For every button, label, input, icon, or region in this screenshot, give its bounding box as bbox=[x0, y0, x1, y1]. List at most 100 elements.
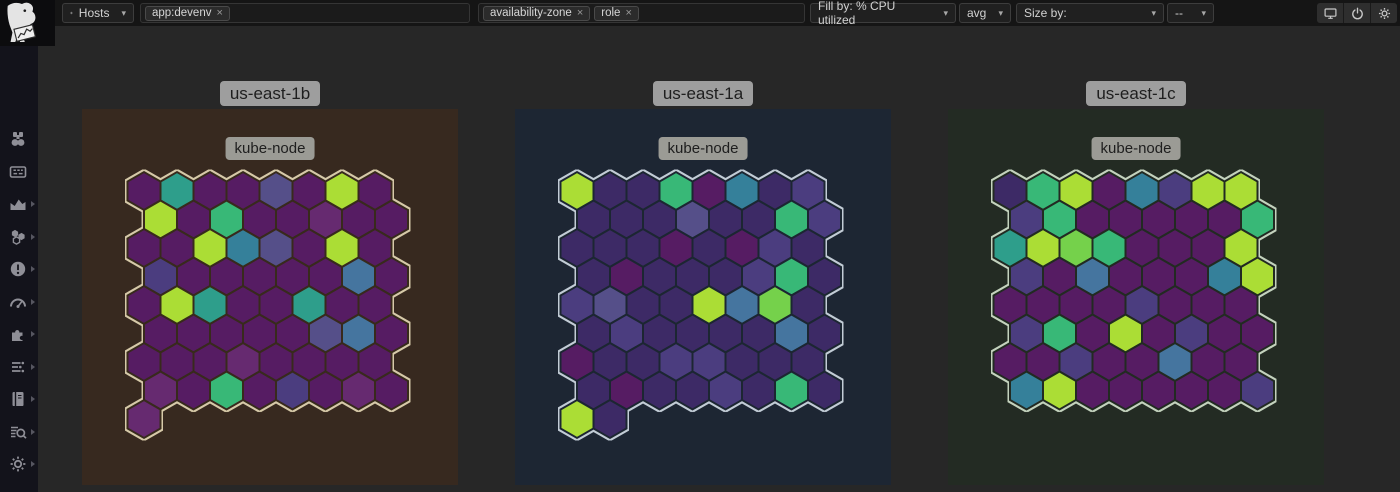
groupby-tag-label: availability-zone bbox=[490, 6, 572, 20]
host-hex[interactable] bbox=[709, 372, 742, 410]
sidebar-item-settings[interactable] bbox=[0, 454, 38, 474]
zone-group-us-east-1c: us-east-1c kube-node bbox=[948, 81, 1324, 485]
host-hex[interactable] bbox=[210, 372, 243, 410]
hosts-dropdown-label: Hosts bbox=[79, 6, 110, 20]
refresh-power-button[interactable] bbox=[1344, 3, 1370, 23]
chevron-down-icon: ▾ bbox=[992, 8, 1003, 19]
aggregation-label: avg bbox=[967, 6, 986, 20]
host-hex[interactable] bbox=[676, 372, 709, 410]
host-hex[interactable] bbox=[177, 372, 210, 410]
zone-label[interactable]: us-east-1b bbox=[220, 81, 320, 106]
hexmap-us-east-1c bbox=[948, 109, 1324, 485]
zone-panel: kube-node bbox=[82, 109, 458, 485]
datadog-dog-icon bbox=[2, 2, 40, 44]
hosts-dropdown[interactable]: Hosts ▾ bbox=[62, 3, 134, 23]
groupby-tag-role[interactable]: role × bbox=[594, 6, 639, 21]
hostmap-canvas: us-east-1b kube-node us-east-1a kube-nod… bbox=[38, 26, 1400, 492]
chevron-down-icon: ▾ bbox=[1195, 8, 1206, 19]
dashboards-icon bbox=[8, 162, 28, 182]
host-hex[interactable] bbox=[276, 372, 309, 410]
groupby-tag-availability-zone[interactable]: availability-zone × bbox=[483, 6, 590, 21]
zone-panel: kube-node bbox=[948, 109, 1324, 485]
aggregation-dropdown[interactable]: avg ▾ bbox=[959, 3, 1011, 23]
chevron-right-icon bbox=[31, 331, 35, 337]
chevron-right-icon bbox=[31, 201, 35, 207]
host-hex[interactable] bbox=[128, 400, 161, 438]
sidebar-item-hostmap[interactable] bbox=[0, 227, 38, 247]
chevron-down-icon: ▾ bbox=[1145, 8, 1156, 19]
binoculars-icon bbox=[8, 129, 28, 149]
host-hex[interactable] bbox=[1175, 372, 1208, 410]
monitors-icon bbox=[8, 259, 28, 279]
host-hex[interactable] bbox=[561, 400, 594, 438]
sidebar-item-monitors[interactable] bbox=[0, 259, 38, 279]
host-hex[interactable] bbox=[594, 400, 627, 438]
sidebar-item-metrics[interactable] bbox=[0, 194, 38, 214]
filter-tag-app-devenv[interactable]: app:devenv × bbox=[145, 6, 230, 21]
size-value-dropdown[interactable]: -- ▾ bbox=[1167, 3, 1214, 23]
remove-tag-icon[interactable]: × bbox=[625, 6, 631, 20]
settings-button[interactable] bbox=[1371, 3, 1397, 23]
remove-tag-icon[interactable]: × bbox=[577, 6, 583, 20]
host-hex[interactable] bbox=[309, 372, 342, 410]
host-hex[interactable] bbox=[1076, 372, 1109, 410]
hexmap-us-east-1b bbox=[82, 109, 458, 485]
filter-tag-label: app:devenv bbox=[152, 6, 211, 20]
monitor-icon bbox=[1323, 6, 1338, 21]
logs-icon bbox=[8, 422, 28, 442]
hostmap-app: { "topbar": { "hosts_label": "Hosts", "c… bbox=[0, 0, 1400, 492]
chevron-right-icon bbox=[31, 266, 35, 272]
sidebar-item-binoculars[interactable] bbox=[0, 129, 38, 149]
host-hex[interactable] bbox=[742, 372, 775, 410]
host-hex[interactable] bbox=[775, 372, 808, 410]
fullscreen-button[interactable] bbox=[1317, 3, 1343, 23]
chevron-right-icon bbox=[31, 461, 35, 467]
host-hex[interactable] bbox=[1208, 372, 1241, 410]
power-icon bbox=[1350, 6, 1365, 21]
integrations-icon bbox=[8, 324, 28, 344]
subgroup-label[interactable]: kube-node bbox=[659, 137, 748, 160]
chevron-down-icon: ▾ bbox=[937, 8, 948, 19]
sidebar-item-integrations[interactable] bbox=[0, 324, 38, 344]
zone-group-us-east-1a: us-east-1a kube-node bbox=[515, 81, 891, 485]
host-hex[interactable] bbox=[375, 372, 408, 410]
chevron-right-icon bbox=[31, 396, 35, 402]
host-filter-input[interactable]: app:devenv × bbox=[140, 3, 470, 23]
zone-label[interactable]: us-east-1c bbox=[1086, 81, 1185, 106]
fill-by-dropdown[interactable]: Fill by: % CPU utilized ▾ bbox=[810, 3, 956, 23]
size-by-dropdown[interactable]: Size by: ▾ bbox=[1016, 3, 1164, 23]
sidebar-item-notebooks[interactable] bbox=[0, 389, 38, 409]
chevron-right-icon bbox=[31, 364, 35, 370]
topbar-actions bbox=[1317, 3, 1397, 23]
host-hex[interactable] bbox=[1109, 372, 1142, 410]
host-hex[interactable] bbox=[1010, 372, 1043, 410]
sidebar-item-apm[interactable] bbox=[0, 292, 38, 312]
zone-label[interactable]: us-east-1a bbox=[653, 81, 753, 106]
chevron-down-icon: ▾ bbox=[115, 8, 126, 19]
chevron-right-icon bbox=[31, 429, 35, 435]
host-hex[interactable] bbox=[643, 372, 676, 410]
sidebar-item-logs[interactable] bbox=[0, 422, 38, 442]
size-value-label: -- bbox=[1175, 6, 1183, 20]
datadog-logo[interactable] bbox=[0, 0, 55, 46]
settings-icon bbox=[8, 454, 28, 474]
remove-tag-icon[interactable]: × bbox=[216, 6, 222, 20]
gear-icon bbox=[1377, 6, 1392, 21]
host-hex[interactable] bbox=[1043, 372, 1076, 410]
hostmap-icon bbox=[8, 227, 28, 247]
subgroup-label[interactable]: kube-node bbox=[226, 137, 315, 160]
host-hex[interactable] bbox=[243, 372, 276, 410]
subgroup-label[interactable]: kube-node bbox=[1092, 137, 1181, 160]
notebooks-icon bbox=[8, 389, 28, 409]
sidebar-item-list[interactable] bbox=[0, 357, 38, 377]
chevron-right-icon bbox=[31, 299, 35, 305]
sidebar-item-dashboards[interactable] bbox=[0, 162, 38, 182]
group-by-input[interactable]: availability-zone × role × bbox=[478, 3, 805, 23]
host-hex[interactable] bbox=[808, 372, 841, 410]
host-hex[interactable] bbox=[342, 372, 375, 410]
fill-by-label: Fill by: % CPU utilized bbox=[818, 0, 931, 27]
size-by-label: Size by: bbox=[1024, 6, 1067, 20]
host-hex[interactable] bbox=[1142, 372, 1175, 410]
chevron-right-icon bbox=[31, 234, 35, 240]
host-hex[interactable] bbox=[1241, 372, 1274, 410]
